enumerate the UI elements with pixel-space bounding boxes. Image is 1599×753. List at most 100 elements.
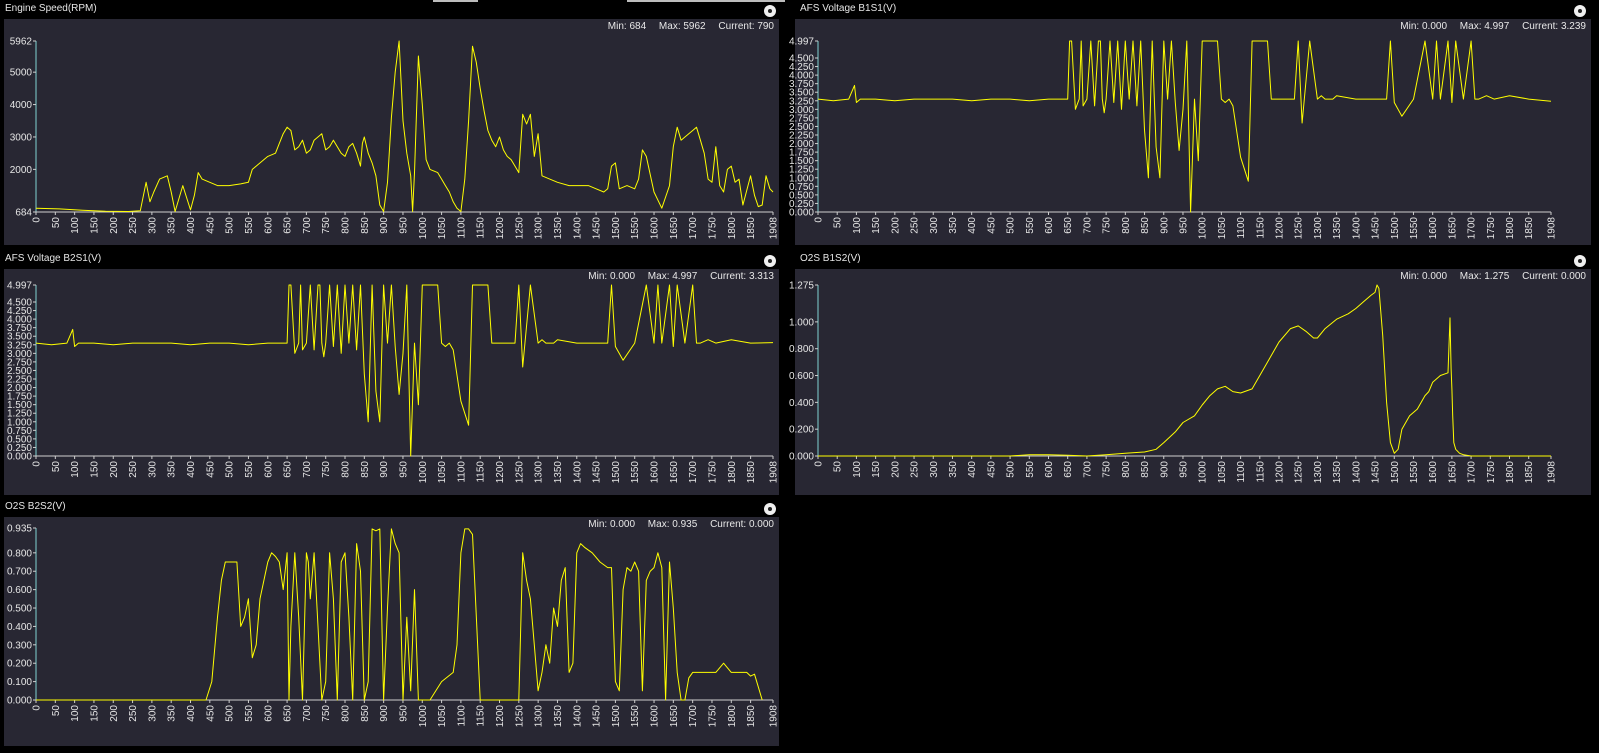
x-tick-label: 950	[1178, 461, 1189, 478]
x-tick-label: 1700	[688, 217, 699, 240]
x-tick-label: 950	[398, 217, 409, 234]
x-tick-label: 1400	[572, 217, 583, 240]
x-tick-label: 600	[1044, 217, 1055, 234]
x-tick-label: 1550	[630, 217, 641, 240]
x-tick-label: 1600	[650, 461, 661, 484]
chart-svg: 0.0000.2500.5000.7501.0001.2501.5001.750…	[789, 37, 1558, 240]
x-tick-label: 1908	[1547, 461, 1558, 484]
x-tick-label: 1450	[592, 461, 603, 484]
x-tick-label: 50	[51, 217, 62, 229]
x-tick-label: 300	[147, 705, 158, 722]
x-tick-label: 1500	[611, 217, 622, 240]
x-tick-label: 650	[283, 705, 294, 722]
x-tick-label: 1050	[1217, 461, 1228, 484]
x-tick-label: 1250	[514, 705, 525, 728]
x-tick-label: 1300	[534, 217, 545, 240]
x-tick-label: 1350	[1332, 461, 1343, 484]
x-tick-label: 1400	[572, 705, 583, 728]
x-tick-label: 1300	[1313, 461, 1324, 484]
x-tick-label: 1400	[1351, 217, 1362, 240]
x-tick-label: 500	[225, 217, 236, 234]
plot-area: Min: 0.000 Max: 1.275 Current: 0.000 0.0…	[789, 269, 1591, 495]
x-tick-label: 1750	[707, 705, 718, 728]
x-tick-label: 850	[360, 705, 371, 722]
x-tick-label: 550	[1025, 217, 1036, 234]
close-icon[interactable]	[764, 5, 776, 17]
x-tick-label: 1750	[707, 461, 718, 484]
x-tick-label: 1350	[553, 461, 564, 484]
x-tick-label: 250	[128, 705, 139, 722]
x-tick-label: 50	[833, 461, 844, 473]
close-icon[interactable]	[764, 255, 776, 267]
x-tick-label: 750	[1102, 461, 1113, 478]
close-icon[interactable]	[764, 503, 776, 515]
x-tick-label: 1908	[769, 705, 780, 728]
x-tick-label: 1600	[650, 705, 661, 728]
x-tick-label: 1850	[1524, 461, 1535, 484]
x-tick-label: 1150	[476, 705, 487, 727]
x-tick-label: 1908	[769, 461, 780, 484]
y-tick-label: 1.275	[789, 281, 814, 292]
x-tick-label: 1200	[495, 705, 506, 728]
chart-title: AFS Voltage B1S1(V)	[800, 3, 897, 14]
y-tick-label: 0.200	[7, 659, 32, 670]
x-tick-label: 1550	[1409, 461, 1420, 484]
chart-title: AFS Voltage B2S1(V)	[5, 253, 102, 264]
x-tick-label: 50	[51, 705, 62, 717]
y-tick-label: 0.400	[789, 398, 814, 409]
close-icon[interactable]	[1574, 255, 1586, 267]
x-tick-label: 250	[128, 461, 139, 478]
x-tick-label: 1700	[688, 461, 699, 484]
x-tick-label: 0	[32, 217, 43, 223]
x-tick-label: 1700	[1467, 461, 1478, 484]
x-tick-label: 0	[814, 217, 825, 223]
chart-title: O2S B1S2(V)	[800, 253, 861, 264]
x-tick-label: 0	[814, 461, 825, 467]
x-tick-label: 200	[109, 217, 120, 234]
x-tick-label: 600	[1044, 461, 1055, 478]
x-tick-label: 550	[1025, 461, 1036, 478]
x-tick-label: 250	[910, 217, 921, 234]
y-tick-label: 4.997	[789, 37, 814, 48]
x-tick-label: 1250	[1294, 217, 1305, 240]
x-tick-label: 1600	[1428, 217, 1439, 240]
x-tick-label: 450	[986, 461, 997, 478]
x-tick-label: 100	[852, 217, 863, 234]
x-tick-label: 950	[1178, 217, 1189, 234]
x-tick-label: 1850	[1524, 217, 1535, 240]
x-tick-label: 1050	[1217, 217, 1228, 240]
x-tick-label: 1500	[1390, 461, 1401, 484]
chart-svg: 0.0000.2500.5000.7501.0001.2501.5001.750…	[7, 281, 780, 484]
x-tick-label: 0	[32, 461, 43, 467]
x-tick-label: 800	[341, 217, 352, 234]
x-tick-label: 1000	[1198, 461, 1209, 484]
x-tick-label: 1908	[769, 217, 780, 240]
plot-area: Min: 684 Max: 5962 Current: 790 684 2000 3…	[4, 19, 780, 245]
x-tick-label: 1800	[1505, 461, 1516, 484]
x-tick-label: 1800	[727, 217, 738, 240]
x-tick-label: 1050	[437, 217, 448, 240]
x-tick-label: 500	[1006, 461, 1017, 478]
x-tick-label: 300	[929, 461, 940, 478]
y-tick-label: 0.800	[7, 548, 32, 559]
x-tick-label: 1600	[1428, 461, 1439, 484]
x-tick-label: 1600	[650, 217, 661, 240]
x-tick-label: 1550	[1409, 217, 1420, 240]
x-tick-label: 600	[263, 705, 274, 722]
y-tick-label: 0.400	[7, 622, 32, 633]
x-tick-label: 1400	[572, 461, 583, 484]
x-tick-label: 1850	[746, 705, 757, 728]
x-tick-label: 400	[186, 705, 197, 722]
y-tick-label: 0.200	[789, 425, 814, 436]
x-tick-label: 400	[967, 461, 978, 478]
x-tick-label: 900	[379, 217, 390, 234]
x-tick-label: 150	[89, 705, 100, 722]
x-tick-label: 1050	[437, 461, 448, 484]
y-tick-label: 5962	[10, 37, 33, 48]
x-tick-label: 1100	[456, 217, 467, 239]
x-tick-label: 1150	[476, 461, 487, 483]
x-tick-label: 1300	[534, 461, 545, 484]
x-tick-label: 0	[32, 705, 43, 711]
close-icon[interactable]	[1574, 5, 1586, 17]
y-tick-label: 5000	[10, 68, 33, 79]
